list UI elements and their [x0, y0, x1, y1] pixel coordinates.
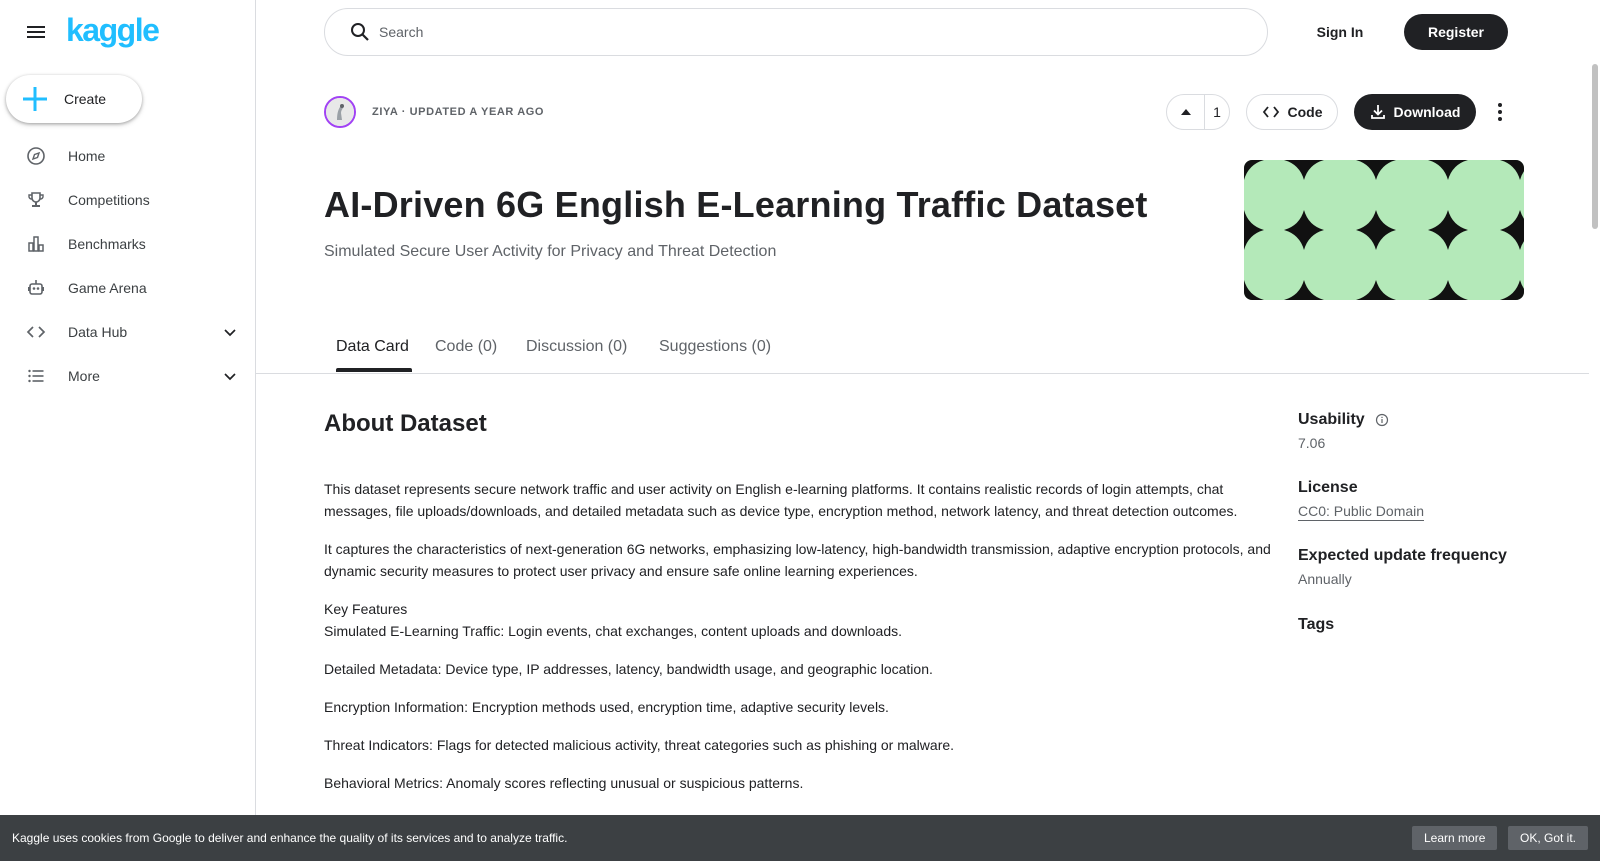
description-paragraph: Detailed Metadata: Device type, IP addre… — [324, 661, 933, 677]
usability-label: Usability — [1298, 411, 1365, 428]
code-button[interactable]: Code — [1246, 94, 1338, 130]
tags-label: Tags — [1298, 616, 1335, 633]
feature-text: Simulated E-Learning Traffic: Login even… — [324, 623, 903, 639]
create-label: Create — [64, 91, 107, 107]
active-tab-indicator — [336, 368, 412, 372]
kaggle-logo[interactable]: kaggle — [66, 12, 160, 49]
search-bar[interactable] — [324, 8, 1268, 56]
description-paragraph: Encryption Information: Encryption metho… — [324, 699, 889, 715]
tab-discussion[interactable]: Discussion (0) — [526, 338, 627, 356]
sidebar-item-home[interactable]: Home — [0, 136, 256, 176]
dataset-banner-image — [1244, 160, 1524, 300]
robot-icon — [25, 277, 47, 299]
download-icon — [1370, 105, 1385, 119]
download-button-label: Download — [1393, 104, 1461, 120]
arrow-up-icon — [1180, 109, 1191, 115]
sidebar-item-label: Benchmarks — [68, 236, 146, 252]
cookie-banner: Kaggle uses cookies from Google to deliv… — [0, 815, 1600, 861]
chevron-down-icon[interactable] — [221, 367, 239, 385]
upvote-button[interactable] — [1167, 95, 1205, 129]
upvote-control: 1 — [1166, 94, 1230, 130]
about-heading: About Dataset — [324, 410, 487, 437]
sidebar-item-label: Game Arena — [68, 280, 147, 296]
sidebar-item-label: More — [68, 368, 100, 384]
sidebar-item-more[interactable]: More — [0, 356, 256, 396]
tab-data-card[interactable]: Data Card — [336, 338, 409, 356]
code-icon — [1262, 106, 1279, 118]
sidebar-item-competitions[interactable]: Competitions — [0, 180, 256, 220]
description-paragraph: Behavioral Metrics: Anomaly scores refle… — [324, 775, 804, 791]
sidebar-item-label: Competitions — [68, 192, 150, 208]
tab-suggestions[interactable]: Suggestions (0) — [659, 338, 771, 356]
info-icon[interactable] — [1375, 413, 1389, 427]
update-frequency-label: Expected update frequency — [1298, 547, 1507, 564]
register-button[interactable]: Register — [1404, 14, 1508, 50]
dataset-subtitle: Simulated Secure User Activity for Priva… — [324, 243, 777, 260]
upvote-count: 1 — [1213, 104, 1221, 120]
dataset-description: This dataset represents secure network t… — [324, 478, 1274, 810]
sign-in-button[interactable]: Sign In — [1300, 14, 1380, 50]
update-frequency-value: Annually — [1298, 571, 1352, 587]
chevron-down-icon[interactable] — [221, 323, 239, 341]
more-options-icon[interactable] — [1488, 98, 1512, 126]
search-input[interactable] — [379, 24, 1219, 40]
update-frequency-section: Expected update frequency Annually — [1298, 547, 1507, 587]
dataset-meta: ZIYA · UPDATED A YEAR AGO — [372, 106, 545, 118]
sidebar-item-benchmarks[interactable]: Benchmarks — [0, 224, 256, 264]
download-button[interactable]: Download — [1354, 94, 1476, 130]
description-paragraph: This dataset represents secure network t… — [324, 481, 1238, 519]
description-paragraph: It captures the characteristics of next-… — [324, 541, 1271, 579]
bar-chart-icon — [25, 233, 47, 255]
sidebar-item-game-arena[interactable]: Game Arena — [0, 268, 256, 308]
description-paragraph: Threat Indicators: Flags for detected ma… — [324, 737, 955, 753]
key-features-heading: Key Features — [324, 601, 408, 617]
create-button[interactable]: Create — [6, 75, 142, 123]
usability-value: 7.06 — [1298, 435, 1326, 451]
sidebar: kaggle Create Home Competitions Benchmar… — [0, 0, 256, 861]
sidebar-item-label: Home — [68, 148, 106, 164]
description-paragraph: Key Features Simulated E-Learning Traffic… — [324, 598, 1274, 642]
usability-section: Usability 7.06 — [1298, 411, 1389, 451]
plus-icon — [23, 87, 47, 111]
tags-section: Tags — [1298, 616, 1334, 634]
trophy-icon — [25, 189, 47, 211]
cookie-message: Kaggle uses cookies from Google to deliv… — [12, 831, 568, 845]
tab-bar: Data Card Code (0) Discussion (0) Sugges… — [256, 330, 1589, 374]
learn-more-button[interactable]: Learn more — [1412, 826, 1498, 850]
license-section: License CC0: Public Domain — [1298, 479, 1425, 521]
tab-code[interactable]: Code (0) — [435, 338, 497, 356]
avatar[interactable] — [324, 96, 356, 128]
dataset-title: AI-Driven 6G English E-Learning Traffic … — [324, 184, 1148, 225]
license-label: License — [1298, 479, 1358, 496]
menu-icon[interactable] — [24, 20, 48, 44]
search-icon — [351, 23, 369, 41]
code-icon — [25, 321, 47, 343]
compass-icon — [25, 145, 47, 167]
accept-cookies-button[interactable]: OK, Got it. — [1508, 826, 1589, 850]
scrollbar-thumb[interactable] — [1592, 64, 1598, 229]
license-link[interactable]: CC0: Public Domain — [1298, 503, 1425, 521]
code-button-label: Code — [1287, 104, 1323, 120]
list-icon — [25, 365, 47, 387]
sidebar-item-label: Data Hub — [68, 324, 128, 340]
sidebar-item-data-hub[interactable]: Data Hub — [0, 312, 256, 352]
